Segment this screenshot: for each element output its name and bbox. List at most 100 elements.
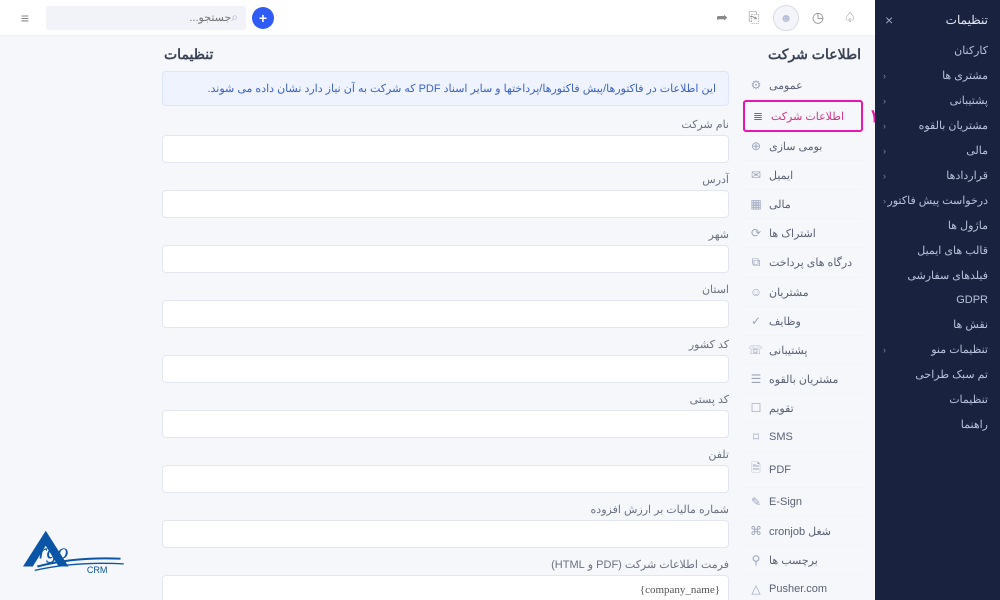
- search-icon: ⌕: [231, 10, 238, 25]
- subnav-item-17[interactable]: Pusher.com△: [743, 575, 863, 600]
- sidebar-item-10[interactable]: GDPR: [875, 288, 1000, 312]
- sidebar-item-13[interactable]: تم سبک طراحی: [875, 362, 1000, 387]
- sidebar-item-label: درخواست پیش فاکتور: [888, 194, 988, 207]
- sidebar-item-6[interactable]: درخواست پیش فاکتور‹: [875, 188, 1000, 213]
- sidebar-item-label: قراردادها: [946, 169, 988, 182]
- sidebar-item-5[interactable]: قراردادها ‹: [875, 163, 1000, 188]
- sidebar-item-label: کارکنان: [954, 44, 988, 57]
- subnav-item-3[interactable]: ایمیل✉: [743, 161, 863, 190]
- subnav-item-label: عمومی: [769, 79, 803, 92]
- subnav-item-16[interactable]: برچسب ها ⚲: [743, 546, 863, 575]
- label-company-name: نام شرکت: [162, 118, 729, 131]
- settings-label: تنظیمات: [164, 46, 213, 63]
- info-banner: این اطلاعات در فاکتورها/پیش فاکتورها/پرد…: [162, 71, 729, 106]
- logo-text-2: CRM: [87, 565, 108, 575]
- sidebar-item-8[interactable]: قالب های ایمیل: [875, 238, 1000, 263]
- main-panel: این اطلاعات در فاکتورها/پیش فاکتورها/پرد…: [162, 71, 729, 600]
- add-button[interactable]: +: [252, 7, 274, 29]
- subnav-item-label: اطلاعات شرکت: [771, 110, 844, 123]
- input-zip-code[interactable]: [162, 410, 729, 438]
- sidebar-item-3[interactable]: مشتریان بالقوه‹: [875, 113, 1000, 138]
- label-phone: تلفن: [162, 448, 729, 461]
- subnav-item-15[interactable]: شغل cronjob⌘: [743, 517, 863, 546]
- menu-icon[interactable]: ≡: [12, 5, 38, 31]
- input-phone[interactable]: [162, 465, 729, 493]
- label-country-code: کد کشور: [162, 338, 729, 351]
- subnav-item-14[interactable]: E-Sign✎: [743, 488, 863, 517]
- subnav-item-label: وظایف: [769, 315, 801, 328]
- logo: rgo CRM: [0, 500, 150, 600]
- sidebar-item-11[interactable]: نقش ها: [875, 312, 1000, 337]
- avatar[interactable]: ☻: [773, 5, 799, 31]
- subnav-item-label: اشتراک ها: [769, 227, 816, 240]
- sidebar-item-label: مشتری ها: [942, 69, 988, 82]
- sidebar-item-1[interactable]: مشتری ها‹: [875, 63, 1000, 88]
- clock-icon[interactable]: ◷: [805, 5, 831, 31]
- subnav-item-13[interactable]: PDF🗎: [743, 452, 863, 488]
- subnav-item-10[interactable]: مشتریان بالقوه☰: [743, 365, 863, 394]
- chevron-left-icon: ‹: [883, 171, 886, 181]
- subnav-item-label: SMS: [769, 431, 793, 443]
- subnav-item-2[interactable]: بومی سازی⊕: [743, 132, 863, 161]
- subnav-item-6[interactable]: درگاه های پرداخت ⧉: [743, 248, 863, 278]
- input-vat[interactable]: [162, 520, 729, 548]
- label-city: شهر: [162, 228, 729, 241]
- sidebar-item-15[interactable]: راهنما: [875, 412, 1000, 437]
- settings-subnav: عمومی⚙۱اطلاعات شرکت≣بومی سازی⊕ایمیل✉مالی…: [743, 71, 863, 600]
- subnav-item-label: مشتریان بالقوه: [769, 373, 838, 386]
- subnav-item-icon: ⧉: [749, 255, 763, 270]
- sidebar-item-label: فیلدهای سفارشی: [907, 269, 988, 282]
- search-input[interactable]: [54, 12, 231, 24]
- subnav-item-icon: ✎: [749, 495, 763, 509]
- subnav-item-label: بومی سازی: [769, 140, 822, 153]
- subnav-item-label: پشتیبانی: [769, 344, 807, 357]
- sidebar-title: تنظیمات: [946, 13, 988, 27]
- subnav-item-icon: △: [749, 582, 763, 596]
- subnav-item-icon: ⟳: [749, 226, 763, 240]
- subnav-item-icon: ☐: [749, 401, 763, 415]
- chevron-left-icon: ‹: [883, 196, 886, 206]
- input-address[interactable]: [162, 190, 729, 218]
- clipboard-icon[interactable]: ⎘: [741, 5, 767, 31]
- topbar: ♤ ◷ ☻ ⎘ ➦ + ⌕ ≡: [0, 0, 875, 36]
- subnav-item-icon: ⚲: [749, 553, 763, 567]
- chevron-left-icon: ‹: [883, 345, 886, 355]
- sidebar-item-label: قالب های ایمیل: [917, 244, 988, 257]
- sidebar-item-12[interactable]: تنظیمات منو ‹: [875, 337, 1000, 362]
- label-address: آدرس: [162, 173, 729, 186]
- input-city[interactable]: [162, 245, 729, 273]
- subnav-item-label: برچسب ها: [769, 554, 818, 567]
- subnav-item-label: PDF: [769, 464, 791, 476]
- sidebar-item-label: تنظیمات منو: [931, 343, 988, 356]
- label-vat: شماره مالیات بر ارزش افزوده: [162, 503, 729, 516]
- sidebar-item-14[interactable]: تنظیمات: [875, 387, 1000, 412]
- subnav-item-label: درگاه های پرداخت: [769, 256, 852, 269]
- subnav-item-7[interactable]: مشتریان☺: [743, 278, 863, 307]
- subnav-item-8[interactable]: وظایف✓: [743, 307, 863, 336]
- subnav-item-1[interactable]: ۱اطلاعات شرکت≣: [743, 100, 863, 132]
- subnav-item-11[interactable]: تقویم☐: [743, 394, 863, 423]
- subnav-item-9[interactable]: پشتیبانی☏: [743, 336, 863, 365]
- sidebar-item-7[interactable]: ماژول ها: [875, 213, 1000, 238]
- subnav-item-4[interactable]: مالی▦: [743, 190, 863, 219]
- chevron-left-icon: ‹: [883, 146, 886, 156]
- bell-icon[interactable]: ♤: [837, 5, 863, 31]
- sidebar-item-2[interactable]: پشتیبانی‹: [875, 88, 1000, 113]
- share-icon[interactable]: ➦: [709, 5, 735, 31]
- input-state[interactable]: [162, 300, 729, 328]
- sidebar-item-label: مشتریان بالقوه: [919, 119, 988, 132]
- annotation-marker: ۱: [869, 106, 875, 127]
- input-company-name[interactable]: [162, 135, 729, 163]
- input-country-code[interactable]: [162, 355, 729, 383]
- sidebar-item-label: نقش ها: [953, 318, 988, 331]
- sidebar-item-0[interactable]: کارکنان: [875, 38, 1000, 63]
- close-icon[interactable]: ×: [885, 12, 893, 28]
- sidebar-item-4[interactable]: مالی‹: [875, 138, 1000, 163]
- sidebar-item-label: پشتیبانی: [950, 94, 988, 107]
- subnav-item-5[interactable]: اشتراک ها ⟳: [743, 219, 863, 248]
- sidebar-item-9[interactable]: فیلدهای سفارشی: [875, 263, 1000, 288]
- subnav-item-0[interactable]: عمومی⚙: [743, 71, 863, 100]
- sidebar-item-label: تم سبک طراحی: [915, 368, 988, 381]
- textarea-format[interactable]: [162, 575, 729, 600]
- subnav-item-12[interactable]: SMS⌑: [743, 423, 863, 452]
